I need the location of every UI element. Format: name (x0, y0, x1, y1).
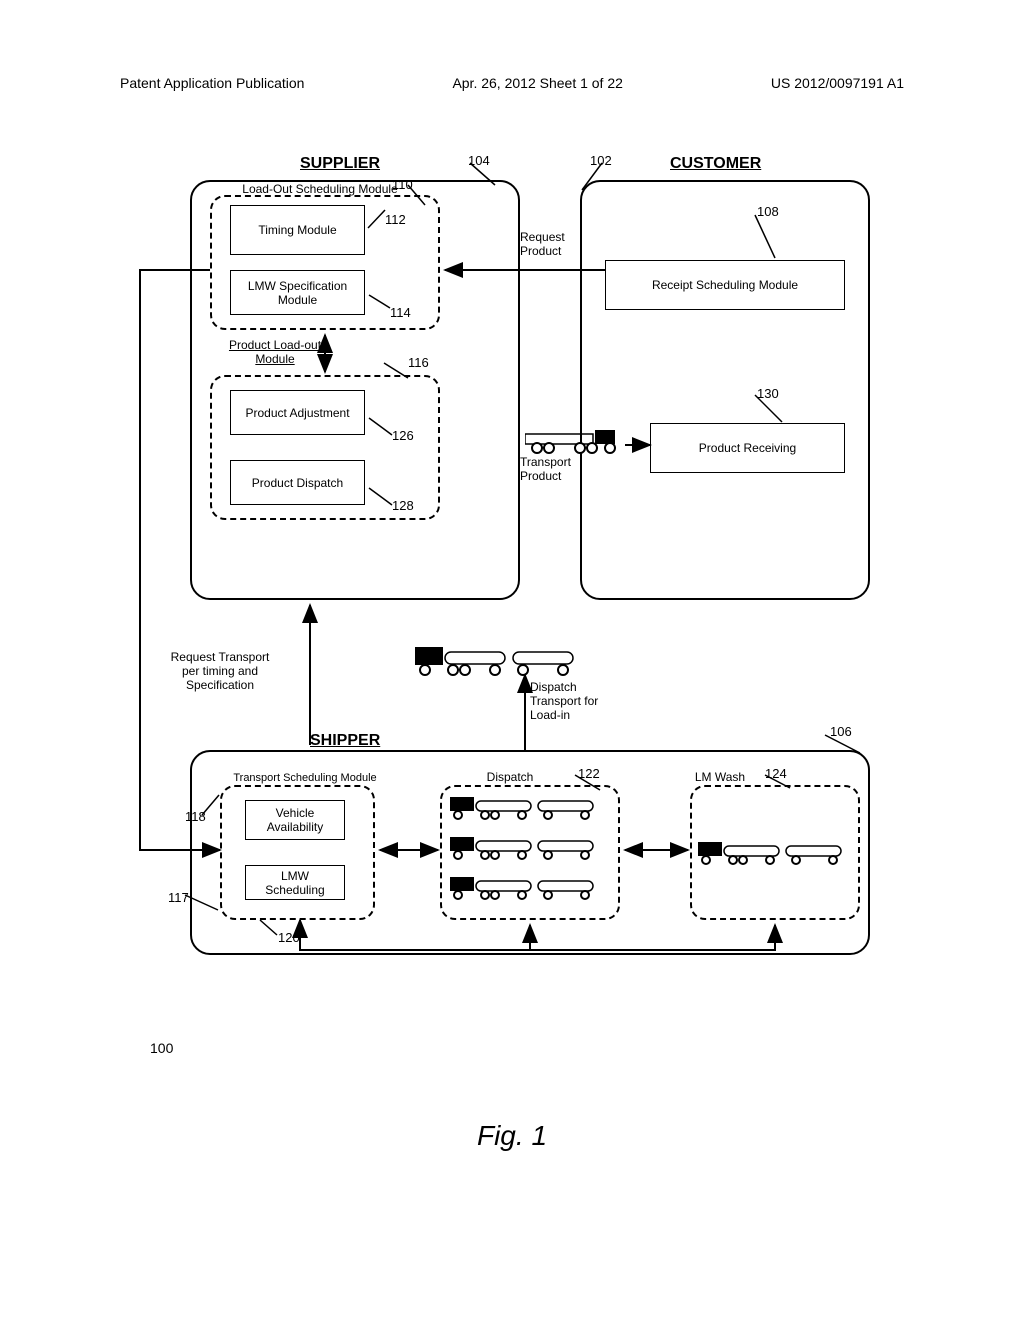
dispatch-transport-label: Dispatch Transport for Load-in (530, 680, 610, 722)
customer-box (580, 180, 870, 600)
ref-122: 122 (578, 766, 600, 781)
ref-124: 124 (765, 766, 787, 781)
header-center: Apr. 26, 2012 Sheet 1 of 22 (452, 75, 622, 91)
vehicle-availability-box: Vehicle Availability (245, 800, 345, 840)
ref-100-text: 100 (150, 1040, 173, 1056)
truck-icon (450, 795, 610, 823)
ref-128: 128 (392, 498, 414, 513)
truck-icon (450, 835, 610, 863)
ref-130: 130 (757, 386, 779, 401)
header-left: Patent Application Publication (120, 75, 304, 91)
header-right: US 2012/0097191 A1 (771, 75, 904, 91)
ref-116: 116 (408, 355, 429, 370)
ref-120: 120 (278, 930, 300, 945)
lmw-scheduling-box: LMW Scheduling (245, 865, 345, 900)
lmwash-label: LM Wash (685, 770, 755, 784)
labels-transport-product: Transport Product (520, 455, 580, 483)
ref-102: 102 (590, 153, 612, 168)
ref-117: 117 (168, 890, 189, 905)
product-receiving-box: Product Receiving (650, 423, 845, 473)
dispatch-label: Dispatch (480, 770, 540, 784)
shipper-title: SHIPPER (310, 732, 380, 750)
product-adjustment-box: Product Adjustment (230, 390, 365, 435)
ref-108: 108 (757, 204, 779, 219)
truck-icon (525, 428, 630, 456)
ref-110: 110 (392, 177, 413, 192)
receipt-scheduling-box: Receipt Scheduling Module (605, 260, 845, 310)
request-transport-label: Request Transport per timing and Specifi… (170, 650, 270, 692)
request-product-label: Request Product (520, 230, 580, 258)
timing-module-box: Timing Module (230, 205, 365, 255)
page-header: Patent Application Publication Apr. 26, … (0, 0, 1024, 91)
product-dispatch-box: Product Dispatch (230, 460, 365, 505)
supplier-title: SUPPLIER (300, 155, 380, 173)
product-loadout-label: Product Load-out Module (220, 338, 330, 366)
transport-sched-label: Transport Scheduling Module (225, 772, 385, 784)
customer-title: CUSTOMER (670, 155, 761, 173)
ref-114: 114 (390, 305, 411, 320)
truck-icon (415, 645, 585, 677)
ref-106: 106 (830, 724, 852, 739)
load-out-label: Load-Out Scheduling Module (220, 182, 420, 196)
ref-104: 104 (468, 153, 490, 168)
truck-icon (450, 875, 610, 903)
diagram: SUPPLIER CUSTOMER SHIPPER Load-Out Sched… (130, 150, 890, 970)
truck-icon (698, 840, 853, 868)
ref-112: 112 (385, 212, 406, 227)
ref-100: 100 (150, 1040, 173, 1056)
figure-label: Fig. 1 (0, 1120, 1024, 1152)
ref-118: 118 (185, 809, 206, 824)
ref-126: 126 (392, 428, 414, 443)
lmw-spec-box: LMW Specification Module (230, 270, 365, 315)
